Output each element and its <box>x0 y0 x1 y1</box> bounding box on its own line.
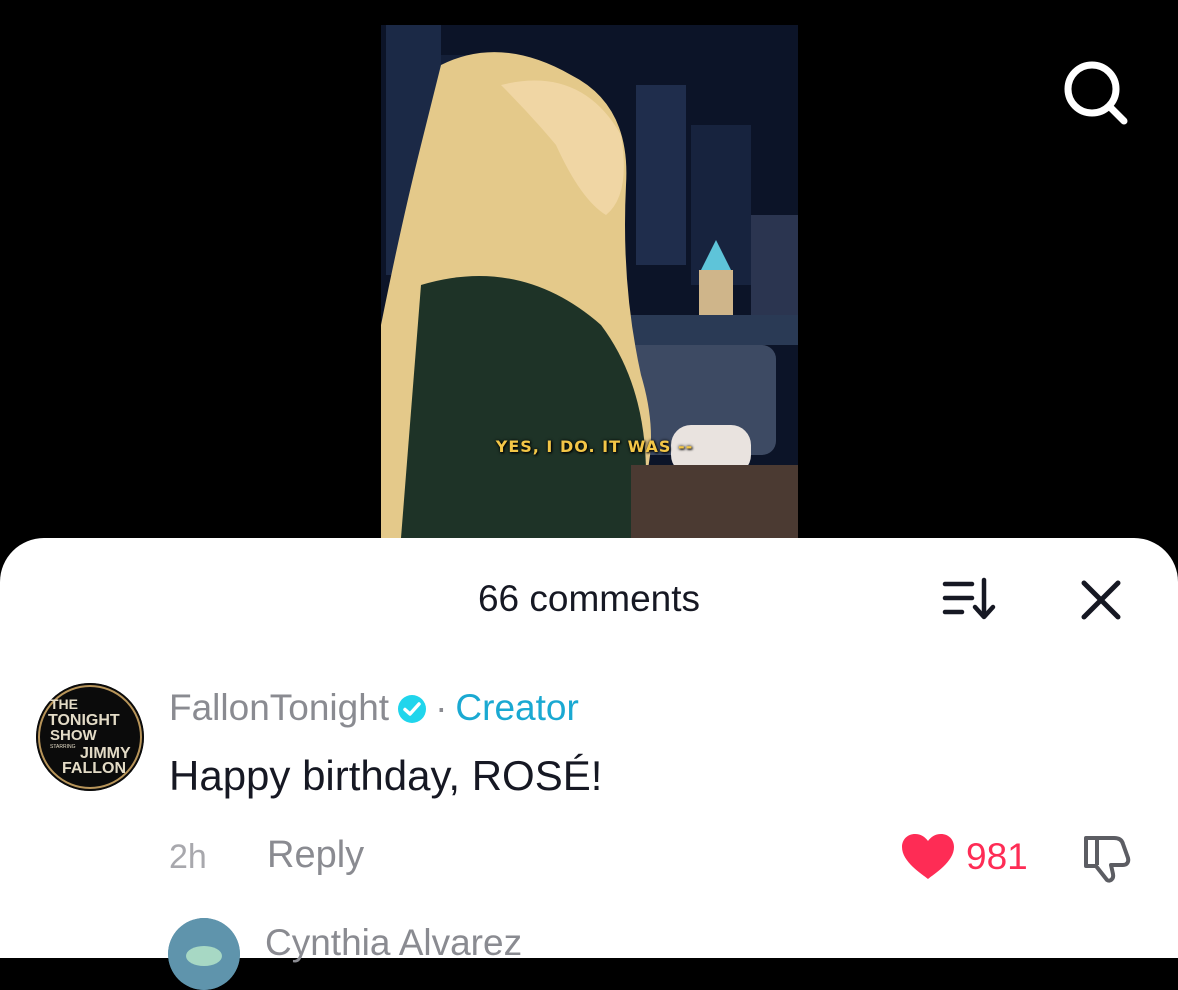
separator-dot: · <box>435 687 448 728</box>
sort-comments-button[interactable] <box>940 576 1000 622</box>
search-button[interactable] <box>1060 58 1130 128</box>
comment-author-name[interactable]: FallonTonight <box>169 687 389 728</box>
comment-author-avatar[interactable]: THE TONIGHT SHOW STARRING JIMMY FALLON <box>36 683 144 791</box>
svg-text:THE: THE <box>50 696 78 712</box>
svg-text:FALLON: FALLON <box>62 760 126 777</box>
close-comments-button[interactable] <box>1076 575 1126 625</box>
comment-timestamp: 2h <box>169 838 207 876</box>
dislike-button[interactable] <box>1078 832 1136 884</box>
video-subtitle: YES, I DO. IT WAS -- <box>495 437 694 456</box>
comment-author-line: FallonTonight · Creator <box>169 686 579 734</box>
like-button[interactable] <box>900 832 956 882</box>
video-frame-image <box>381 25 798 538</box>
video-area[interactable]: YES, I DO. IT WAS -- <box>0 0 1178 560</box>
heart-icon <box>902 834 954 879</box>
avatar-image-2 <box>168 918 240 990</box>
search-icon <box>1064 61 1128 125</box>
creator-tag: Creator <box>455 687 579 728</box>
tonight-show-logo: THE TONIGHT SHOW STARRING JIMMY FALLON <box>36 683 144 791</box>
like-count: 981 <box>966 836 1028 877</box>
svg-text:SHOW: SHOW <box>50 727 98 744</box>
reply-button[interactable]: Reply <box>267 834 364 877</box>
thumbs-down-icon <box>1084 836 1131 883</box>
svg-text:STARRING: STARRING <box>50 744 76 750</box>
video-player[interactable]: YES, I DO. IT WAS -- <box>381 25 798 538</box>
verified-badge-icon <box>397 690 427 734</box>
comment-author-name-2[interactable]: Cynthia Alvarez <box>265 922 522 964</box>
comments-count-title: 66 comments <box>477 578 701 619</box>
comment-author-avatar-2[interactable] <box>168 918 240 990</box>
close-icon <box>1081 580 1121 620</box>
comment-text: Happy birthday, ROSÉ! <box>169 752 603 799</box>
sort-icon <box>942 577 996 620</box>
